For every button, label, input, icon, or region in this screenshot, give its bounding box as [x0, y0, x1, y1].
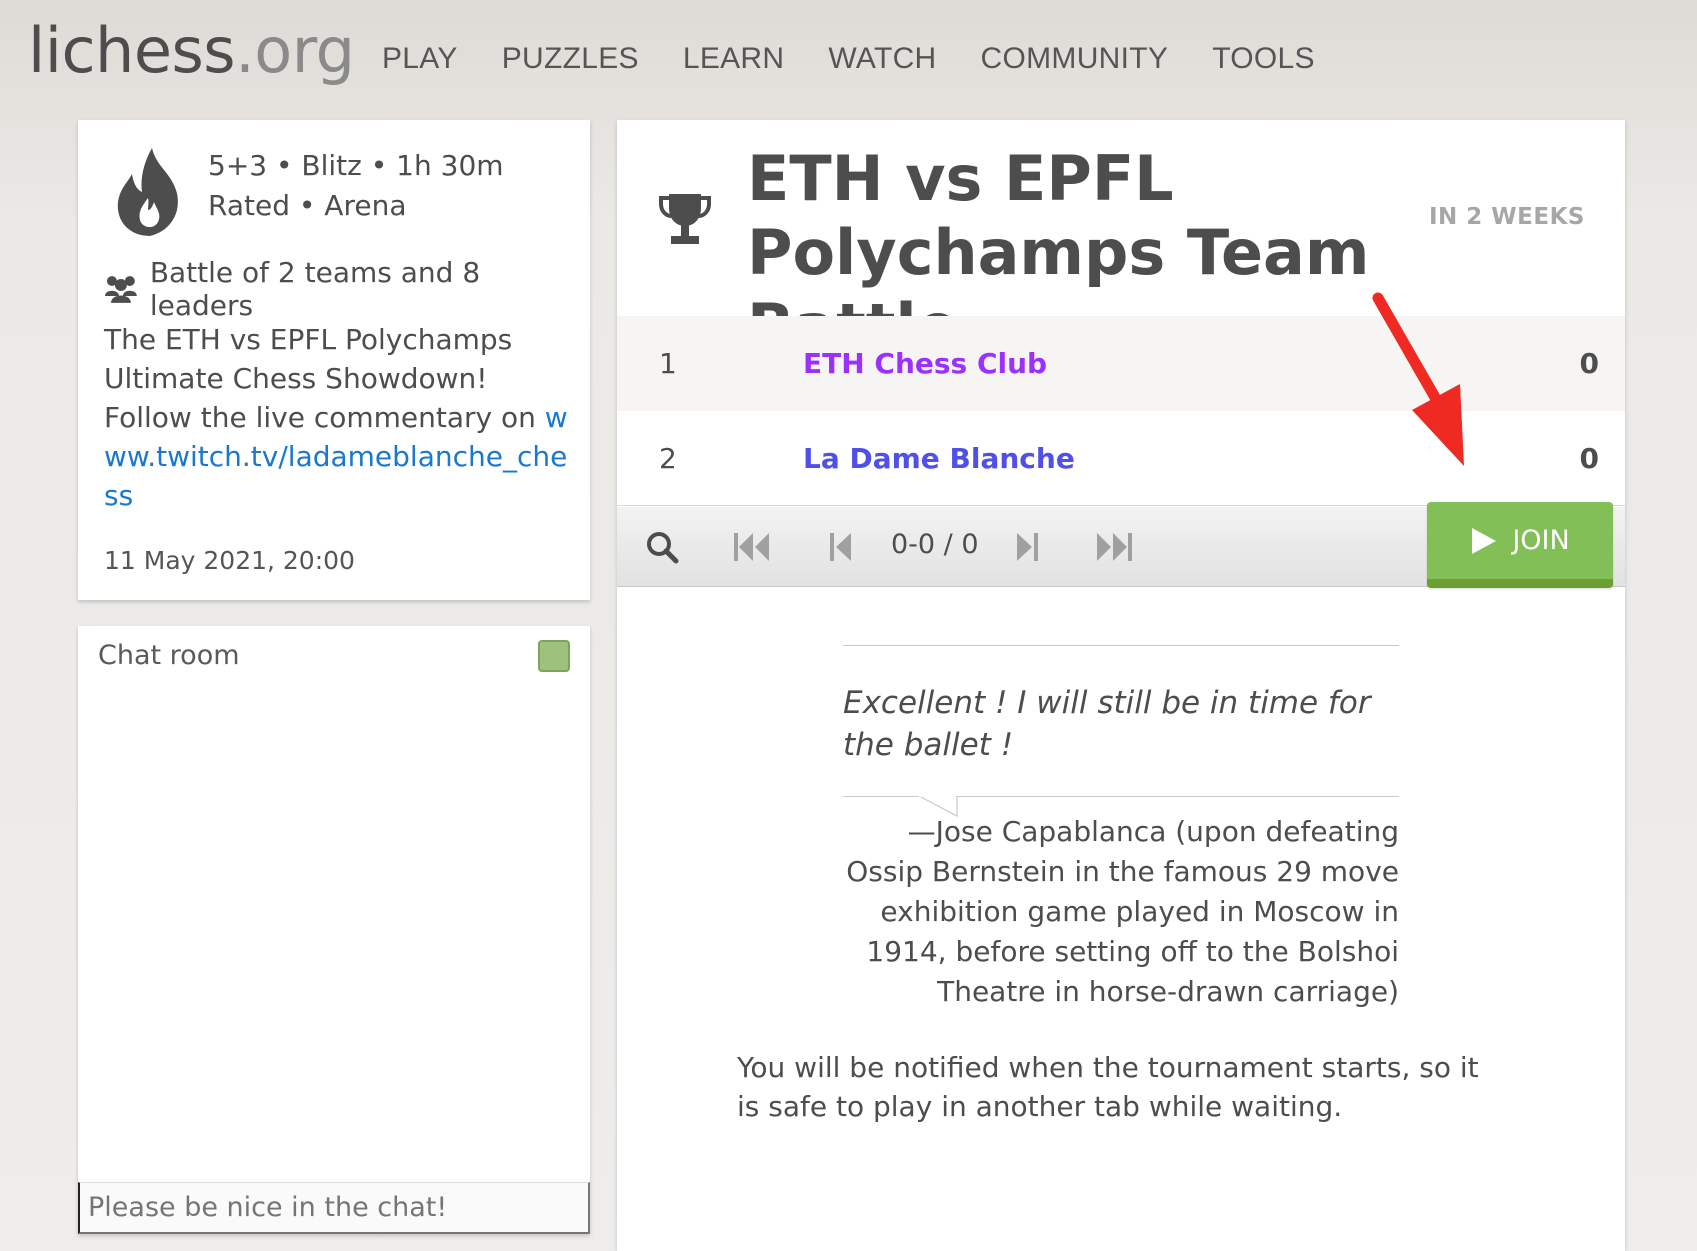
site-logo[interactable]: lichess.org [28, 14, 355, 87]
tournament-date: 11 May 2021, 20:00 [104, 546, 355, 575]
nav-play[interactable]: PLAY [382, 42, 458, 76]
chat-input[interactable] [78, 1182, 590, 1234]
join-button[interactable]: JOIN [1427, 502, 1613, 588]
trophy-icon [659, 194, 711, 244]
prev-page-icon [830, 533, 851, 561]
search-button[interactable] [645, 527, 679, 567]
team-score: 0 [1579, 347, 1599, 380]
team-name[interactable]: La Dame Blanche [803, 442, 1075, 475]
start-notice: You will be notified when the tournament… [737, 1051, 1479, 1123]
description-text: The ETH vs EPFL Polychamps Ultimate Ches… [104, 323, 536, 434]
quote-divider-bottom [843, 796, 1399, 817]
team-rank: 1 [659, 347, 677, 380]
next-page-button[interactable] [1013, 527, 1039, 567]
nav-tools[interactable]: TOOLS [1212, 42, 1315, 76]
chat-toggle[interactable] [538, 640, 570, 672]
tournament-description: The ETH vs EPFL Polychamps Ultimate Ches… [104, 320, 574, 515]
search-icon [647, 532, 679, 564]
last-page-button[interactable] [1095, 527, 1133, 567]
teams-summary: Battle of 2 teams and 8 leaders [104, 256, 590, 322]
nav-community[interactable]: COMMUNITY [981, 42, 1169, 76]
next-page-icon [1017, 533, 1038, 561]
quote: Excellent ! I will still be in time for … [843, 645, 1399, 817]
first-page-button[interactable] [733, 527, 771, 567]
page-counter: 0-0 / 0 [891, 529, 979, 560]
join-label: JOIN [1512, 525, 1570, 556]
teams-summary-text: Battle of 2 teams and 8 leaders [149, 256, 481, 322]
tournament-setup: 5+3 • Blitz • 1h 30m Rated • Arena [208, 146, 504, 226]
nav-watch[interactable]: WATCH [828, 42, 936, 76]
quote-text: Excellent ! I will still be in time for … [843, 685, 1371, 763]
nav-puzzles[interactable]: PUZZLES [502, 42, 639, 76]
fire-icon [117, 148, 178, 236]
team-score: 0 [1579, 441, 1599, 475]
prev-page-button[interactable] [829, 527, 855, 567]
first-page-icon [734, 533, 769, 561]
team-rank: 2 [659, 441, 677, 475]
tournament-countdown: IN 2 WEEKS [1428, 204, 1585, 230]
site-header: lichess.org PLAY PUZZLES LEARN WATCH COM… [0, 0, 1697, 110]
nav-learn[interactable]: LEARN [683, 42, 785, 76]
setup-clock: 5+3 • Blitz • 1h 30m [208, 149, 504, 182]
main-nav: PLAY PUZZLES LEARN WATCH COMMUNITY TOOLS [382, 42, 1359, 76]
play-icon [1472, 527, 1497, 554]
team-name[interactable]: ETH Chess Club [803, 347, 1047, 380]
logo-text: lichess [28, 14, 236, 87]
chat-room: Chat room [78, 626, 590, 1234]
last-page-icon [1097, 533, 1132, 561]
logo-tld: .org [235, 14, 355, 87]
setup-type: Rated • Arena [208, 189, 407, 222]
quote-author: —Jose Capablanca (upon defeating Ossip B… [846, 815, 1399, 1008]
annotation-arrow-icon [1372, 292, 1464, 466]
tournament-info-card: 5+3 • Blitz • 1h 30m Rated • Arena Battl… [78, 120, 590, 600]
group-icon [104, 276, 137, 303]
chat-title: Chat room [98, 640, 240, 671]
